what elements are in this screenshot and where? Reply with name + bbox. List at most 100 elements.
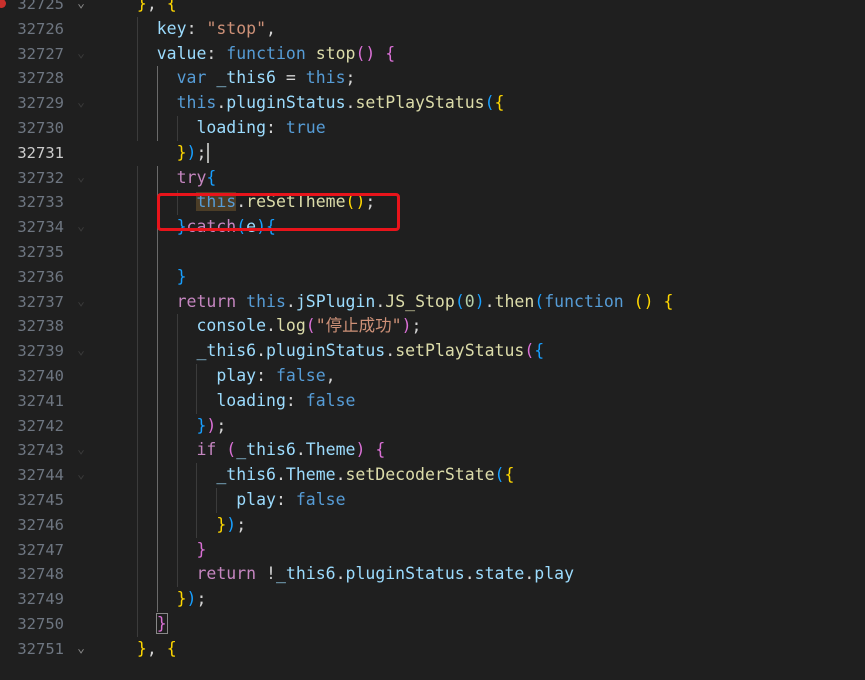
code-line[interactable]: 32728 var _this6 = this; xyxy=(0,66,865,91)
code-token: value xyxy=(156,43,207,63)
code-token: _this6 xyxy=(216,465,276,485)
code-line[interactable]: 32746 }); xyxy=(0,513,865,538)
code-text[interactable]: return !_this6.pluginStatus.state.play xyxy=(117,562,574,587)
code-line[interactable]: 32725 ⌄ }, { xyxy=(0,0,865,17)
code-text[interactable]: _this6.pluginStatus.setPlayStatus({ xyxy=(117,339,544,364)
fold-chevron-icon[interactable]: ⌄ xyxy=(74,91,88,116)
breakpoint-icon[interactable] xyxy=(0,0,6,8)
code-line[interactable]: 32738 console.log("停止成功"); xyxy=(0,314,865,339)
code-text[interactable]: }, { xyxy=(117,0,177,17)
code-text[interactable]: }); xyxy=(117,414,226,439)
fold-chevron-icon[interactable]: ⌄ xyxy=(74,290,88,315)
code-line[interactable]: 32730 loading: true xyxy=(0,116,865,141)
code-line[interactable]: 32729 ⌄ this.pluginStatus.setPlayStatus({ xyxy=(0,91,865,116)
fold-chevron-icon[interactable]: ⌄ xyxy=(74,166,88,191)
code-token: jSPlugin xyxy=(295,291,376,311)
code-token: ; xyxy=(216,415,227,435)
code-text[interactable]: }); xyxy=(117,587,207,612)
code-text[interactable]: if (_this6.Theme) { xyxy=(117,438,385,463)
code-line[interactable]: 32743 ⌄ if (_this6.Theme) { xyxy=(0,438,865,463)
code-token: function xyxy=(544,291,624,311)
line-number: 32744 xyxy=(17,466,64,485)
line-number: 32745 xyxy=(17,491,64,509)
code-text[interactable]: return this.jSPlugin.JS_Stop(0).then(fun… xyxy=(117,290,674,315)
code-line[interactable]: 32750 } xyxy=(0,612,865,637)
code-token: _this6 xyxy=(236,440,296,460)
code-line[interactable]: 32747 } xyxy=(0,538,865,563)
code-line[interactable]: 32734 ⌄ }catch(e){ xyxy=(0,215,865,240)
code-line[interactable]: 32736 } xyxy=(0,265,865,290)
code-text[interactable]: play: false, xyxy=(117,364,335,389)
code-line[interactable]: 32740 play: false, xyxy=(0,364,865,389)
code-line[interactable]: 32745 play: false xyxy=(0,488,865,513)
code-line[interactable]: 32739 ⌄ _this6.pluginStatus.setPlayStatus… xyxy=(0,339,865,364)
code-token: this xyxy=(305,68,346,88)
code-token: } xyxy=(216,514,227,534)
line-number: 32747 xyxy=(17,540,64,559)
code-token: { xyxy=(494,93,505,113)
line-number: 32748 xyxy=(17,565,64,584)
code-line[interactable]: 32731 }); xyxy=(0,140,865,166)
code-text[interactable]: loading: false xyxy=(117,389,355,414)
code-text[interactable]: this.pluginStatus.setPlayStatus({ xyxy=(117,91,505,116)
fold-chevron-icon[interactable]: ⌄ xyxy=(74,463,88,488)
code-text[interactable]: var _this6 = this; xyxy=(117,66,356,91)
code-token: ) xyxy=(474,291,485,311)
code-token: , xyxy=(146,638,167,658)
code-line[interactable]: 32742 }); xyxy=(0,414,865,439)
code-token: _this6 xyxy=(275,564,336,584)
code-text[interactable]: console.log("停止成功"); xyxy=(117,314,421,339)
fold-chevron-icon[interactable]: ⌄ xyxy=(74,339,88,364)
code-text[interactable]: play: false xyxy=(117,488,345,513)
code-text[interactable]: } xyxy=(117,265,187,290)
code-line[interactable]: 32733 this.reSetTheme(); xyxy=(0,190,865,215)
code-text[interactable]: }); xyxy=(117,141,207,166)
fold-chevron-icon[interactable]: ⌄ xyxy=(74,637,88,662)
code-token: : xyxy=(256,366,276,385)
line-number: 32749 xyxy=(17,590,64,609)
code-line[interactable]: 32744 ⌄ _this6.Theme.setDecoderState({ xyxy=(0,463,865,488)
code-text[interactable]: }, { xyxy=(117,637,177,662)
code-text[interactable]: value: function stop() { xyxy=(117,42,395,67)
code-line[interactable]: 32741 loading: false xyxy=(0,389,865,414)
code-line[interactable]: 32751 ⌄ }, { xyxy=(0,637,865,662)
code-line[interactable]: 32732 ⌄ try{ xyxy=(0,166,865,191)
line-number: 32731 xyxy=(17,143,64,162)
code-text[interactable]: } xyxy=(117,612,168,637)
code-line[interactable]: 32749 }); xyxy=(0,587,865,612)
code-token: . xyxy=(285,291,296,311)
fold-chevron-icon[interactable]: ⌄ xyxy=(74,0,88,17)
code-text[interactable]: key: "stop", xyxy=(117,17,276,42)
code-token: ; xyxy=(345,68,356,88)
fold-chevron-icon[interactable]: ⌄ xyxy=(74,215,88,240)
code-editor[interactable]: 32725 ⌄ }, {32726 key: "stop", 32727 ⌄ valu… xyxy=(0,0,865,680)
code-token: ) xyxy=(226,514,237,534)
code-text[interactable]: loading: true xyxy=(117,116,325,141)
code-line[interactable]: 32737 ⌄ return this.jSPlugin.JS_Stop(0).t… xyxy=(0,290,865,315)
line-number: 32735 xyxy=(17,243,64,261)
code-text[interactable]: try{ xyxy=(117,166,217,191)
code-token: . xyxy=(335,465,346,485)
code-line[interactable]: 32726 key: "stop", xyxy=(0,17,865,42)
code-line[interactable]: 32735 xyxy=(0,240,865,265)
code-token: 0 xyxy=(464,291,475,311)
code-line[interactable]: 32727 ⌄ value: function stop() { xyxy=(0,42,865,67)
code-text[interactable]: _this6.Theme.setDecoderState({ xyxy=(117,463,514,488)
fold-chevron-icon[interactable]: ⌄ xyxy=(74,438,88,463)
code-line[interactable]: 32748 return !_this6.pluginStatus.state.… xyxy=(0,562,865,587)
code-text[interactable]: } xyxy=(117,538,206,563)
code-text[interactable]: }); xyxy=(117,513,246,538)
fold-chevron-icon[interactable]: ⌄ xyxy=(74,42,88,67)
